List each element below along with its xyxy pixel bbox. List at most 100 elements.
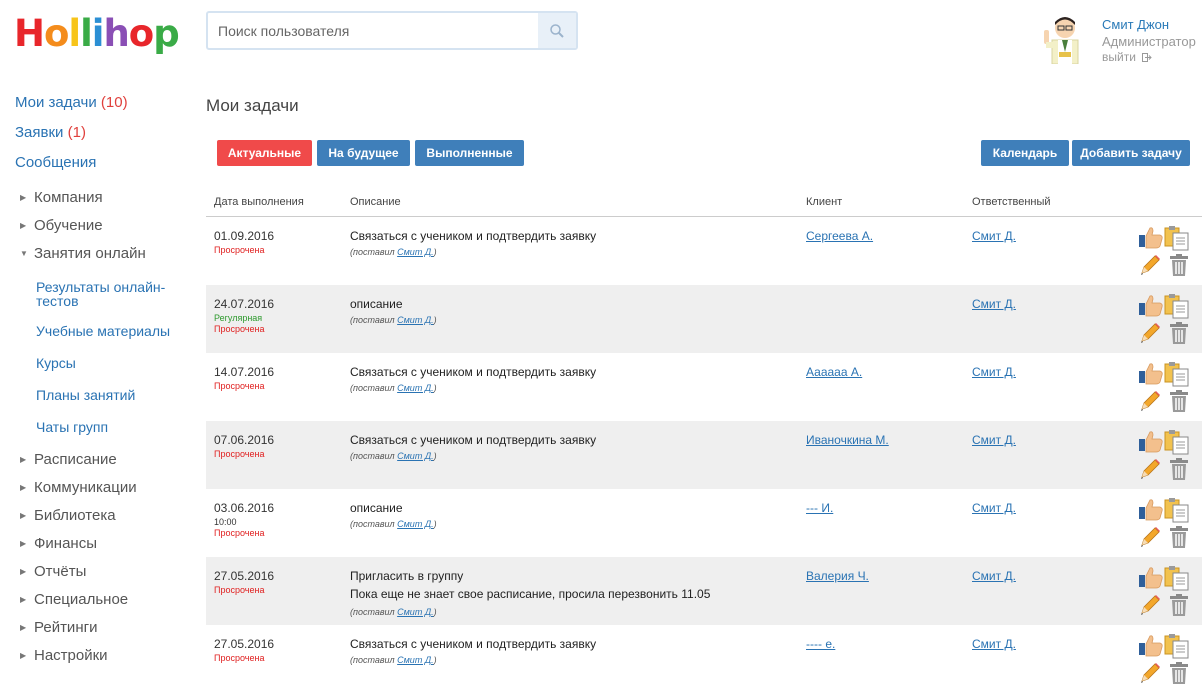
trash-icon[interactable] (1168, 525, 1190, 554)
client-link[interactable]: Сергеева А. (806, 229, 873, 243)
sidebar-top-item[interactable]: Сообщения (15, 154, 96, 171)
responsible-link[interactable]: Смит Д. (972, 297, 1016, 311)
calendar-button[interactable]: Календарь (981, 140, 1069, 166)
thumbs-up-icon[interactable] (1138, 225, 1164, 254)
pencil-icon[interactable] (1138, 321, 1162, 350)
filter-future-button[interactable]: На будущее (317, 140, 410, 166)
responsible-link[interactable]: Смит Д. (972, 229, 1016, 243)
sidebar-top-label: Мои задачи (15, 94, 97, 111)
caret-right-icon: ▶ (20, 623, 27, 632)
column-header-responsible[interactable]: Ответственный (972, 196, 1051, 208)
add-task-button[interactable]: Добавить задачу (1072, 140, 1190, 166)
sidebar-sub-item[interactable]: Учебные материалы (36, 324, 186, 338)
sidebar-section[interactable]: ▶ Настройки (20, 647, 108, 664)
search-button[interactable] (538, 13, 576, 48)
sidebar-sub-item[interactable]: Результаты онлайн-тестов (36, 280, 186, 308)
row-actions (1138, 225, 1194, 281)
sidebar-section[interactable]: ▶ Рейтинги (20, 619, 97, 636)
responsible-link[interactable]: Смит Д. (972, 365, 1016, 379)
task-author: (поставил Смит Д.) (350, 247, 437, 257)
clipboard-copy-icon[interactable] (1164, 497, 1190, 528)
logout-label: выйти (1102, 50, 1136, 64)
author-link[interactable]: Смит Д. (397, 383, 434, 393)
row-actions (1138, 497, 1194, 553)
sidebar-section[interactable]: ▶ Компания (20, 189, 103, 206)
task-status: Просрочена (214, 528, 265, 538)
client-link[interactable]: Валерия Ч. (806, 569, 869, 583)
trash-icon[interactable] (1168, 389, 1190, 418)
user-name[interactable]: Смит Джон (1102, 17, 1169, 32)
sidebar-sub-item[interactable]: Планы занятий (36, 388, 186, 402)
pencil-icon[interactable] (1138, 593, 1162, 622)
sidebar-section[interactable]: ▶ Коммуникации (20, 479, 137, 496)
sidebar-section[interactable]: ▶ Отчёты (20, 563, 86, 580)
responsible-link[interactable]: Смит Д. (972, 433, 1016, 447)
sidebar-section[interactable]: ▶ Финансы (20, 535, 97, 552)
sidebar-sub-item[interactable]: Чаты групп (36, 420, 186, 434)
responsible-link[interactable]: Смит Д. (972, 637, 1016, 651)
clipboard-copy-icon[interactable] (1164, 565, 1190, 596)
filter-done-button[interactable]: Выполненные (415, 140, 524, 166)
client-link[interactable]: Иваночкина М. (806, 433, 889, 447)
search-input[interactable] (208, 13, 538, 48)
pencil-icon[interactable] (1138, 389, 1162, 418)
table-row: 03.06.2016 10:00 Просрочена описание (постав… (206, 489, 1202, 557)
clipboard-copy-icon[interactable] (1164, 361, 1190, 392)
responsible-link[interactable]: Смит Д. (972, 501, 1016, 515)
sidebar-section[interactable]: ▶ Специальное (20, 591, 128, 608)
author-link[interactable]: Смит Д. (397, 315, 434, 325)
task-description: описание (350, 501, 403, 515)
sidebar-top-item[interactable]: Мои задачи (10) (15, 94, 128, 111)
client-link[interactable]: Аааааа А. (806, 365, 862, 379)
thumbs-up-icon[interactable] (1138, 565, 1164, 594)
user-avatar[interactable] (1038, 12, 1090, 65)
task-description: Пригласить в группу (350, 569, 464, 583)
author-suffix: ) (433, 247, 437, 257)
author-link[interactable]: Смит Д. (397, 247, 434, 257)
sidebar-section[interactable]: ▼ Занятия онлайн (20, 245, 146, 262)
pencil-icon[interactable] (1138, 253, 1162, 282)
sidebar-section-label: Отчёты (34, 563, 87, 580)
column-header-description[interactable]: Описание (350, 196, 401, 208)
sidebar-section[interactable]: ▶ Библиотека (20, 507, 116, 524)
clipboard-copy-icon[interactable] (1164, 225, 1190, 256)
clipboard-copy-icon[interactable] (1164, 293, 1190, 324)
task-description: Связаться с учеником и подтвердить заявк… (350, 433, 597, 447)
responsible-link[interactable]: Смит Д. (972, 569, 1016, 583)
trash-icon[interactable] (1168, 321, 1190, 350)
client-link[interactable]: ---- е. (806, 637, 835, 651)
logo[interactable]: Hollihop (14, 14, 180, 54)
author-link[interactable]: Смит Д. (397, 451, 434, 461)
logout-link[interactable]: выйти (1102, 50, 1152, 64)
author-link[interactable]: Смит Д. (397, 607, 434, 617)
author-suffix: ) (433, 451, 437, 461)
thumbs-up-icon[interactable] (1138, 633, 1164, 662)
thumbs-up-icon[interactable] (1138, 429, 1164, 458)
client-link[interactable]: --- И. (806, 501, 833, 515)
table-row: 27.05.2016 Просрочена Связаться с учеником… (206, 625, 1202, 692)
sidebar-sub-item[interactable]: Курсы (36, 356, 186, 370)
clipboard-copy-icon[interactable] (1164, 429, 1190, 460)
author-prefix: (поставил (350, 247, 398, 257)
sidebar-section[interactable]: ▶ Обучение (20, 217, 103, 234)
sidebar-section[interactable]: ▶ Расписание (20, 451, 117, 468)
author-link[interactable]: Смит Д. (397, 655, 434, 665)
thumbs-up-icon[interactable] (1138, 293, 1164, 322)
pencil-icon[interactable] (1138, 457, 1162, 486)
task-author: (поставил Смит Д.) (350, 383, 437, 393)
thumbs-up-icon[interactable] (1138, 497, 1164, 526)
column-header-date[interactable]: Дата выполнения (214, 196, 304, 208)
trash-icon[interactable] (1168, 661, 1190, 690)
sidebar-section-label: Занятия онлайн (34, 245, 146, 262)
clipboard-copy-icon[interactable] (1164, 633, 1190, 664)
filter-actual-button[interactable]: Актуальные (217, 140, 312, 166)
pencil-icon[interactable] (1138, 525, 1162, 554)
column-header-client[interactable]: Клиент (806, 196, 842, 208)
sidebar-top-item[interactable]: Заявки (1) (15, 124, 86, 141)
trash-icon[interactable] (1168, 457, 1190, 486)
trash-icon[interactable] (1168, 593, 1190, 622)
author-link[interactable]: Смит Д. (397, 519, 434, 529)
thumbs-up-icon[interactable] (1138, 361, 1164, 390)
trash-icon[interactable] (1168, 253, 1190, 282)
pencil-icon[interactable] (1138, 661, 1162, 690)
